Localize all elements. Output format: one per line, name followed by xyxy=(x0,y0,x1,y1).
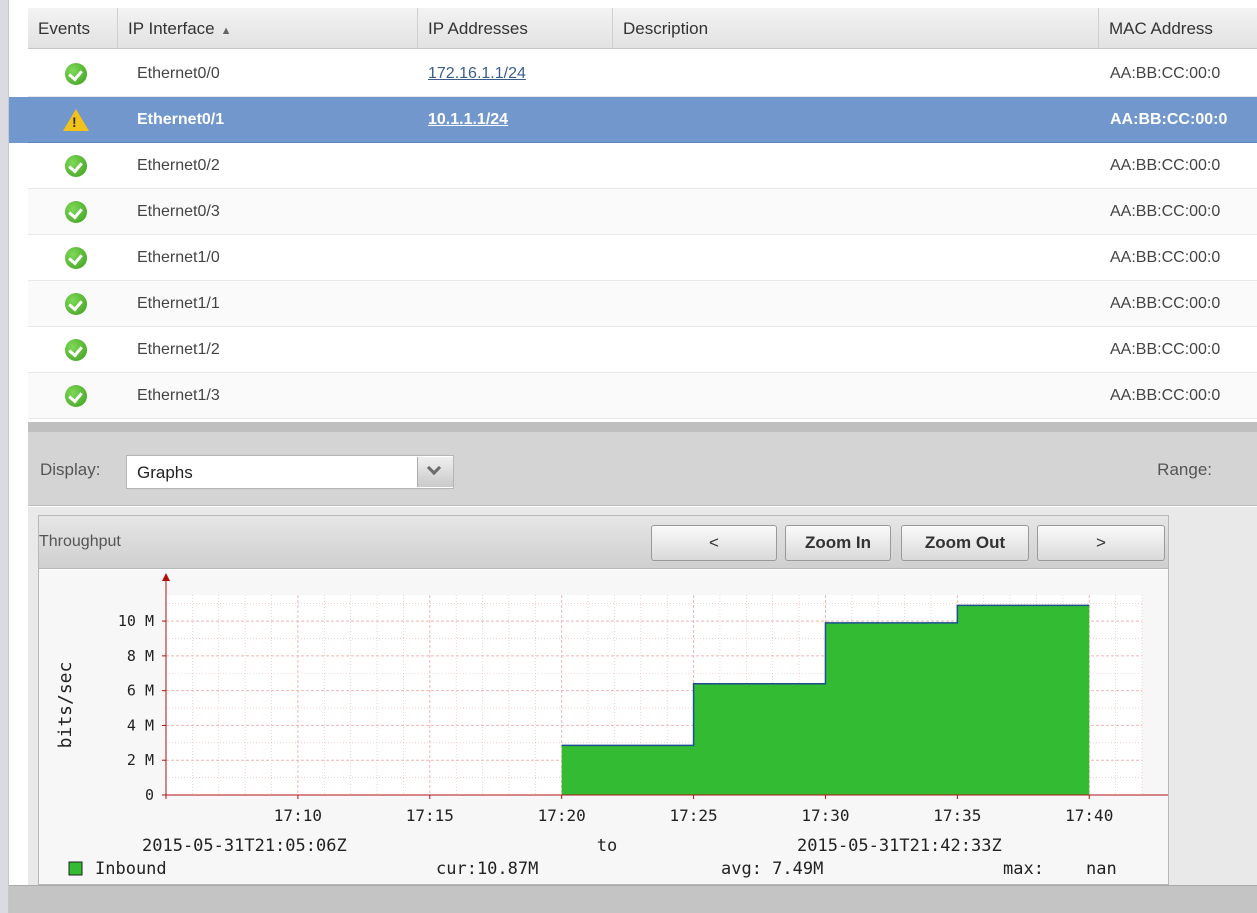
legend-cur: cur:10.87M xyxy=(436,859,538,879)
table-row[interactable]: ! Ethernet0/1 10.1.1.1/24 AA:BB:CC:00:0 xyxy=(28,97,1257,143)
check-circle-icon xyxy=(65,385,87,407)
display-toolbar: Display: Graphs Range: xyxy=(28,432,1257,506)
interface-cell: Ethernet1/0 xyxy=(137,249,220,266)
table-row[interactable]: Ethernet1/1 AA:BB:CC:00:0 xyxy=(28,281,1257,327)
check-circle-icon xyxy=(65,247,87,269)
ip-address-link[interactable]: 10.1.1.1/24 xyxy=(428,97,508,143)
interface-cell: Ethernet0/0 xyxy=(137,65,220,82)
graph-area: Throughput < Zoom In Zoom Out > 17:10 17:… xyxy=(28,507,1257,885)
column-header-description-label: Description xyxy=(623,19,709,38)
y-tick-label: 2 M xyxy=(127,751,154,769)
interface-cell: Ethernet0/1 xyxy=(137,111,225,128)
x-tick-label: 17:15 xyxy=(406,806,454,825)
column-header-ip-addresses[interactable]: IP Addresses xyxy=(418,8,613,49)
interface-cell: Ethernet0/2 xyxy=(137,157,220,174)
table-row[interactable]: Ethernet1/0 AA:BB:CC:00:0 xyxy=(28,235,1257,281)
left-edge-strip xyxy=(0,0,9,913)
column-header-events[interactable]: Events xyxy=(28,8,118,49)
column-header-ip-addresses-label: IP Addresses xyxy=(428,19,528,38)
legend-avg: avg: 7.49M xyxy=(721,859,823,879)
mac-address-cell: AA:BB:CC:00:0 xyxy=(1110,111,1228,128)
x-tick-label: 17:30 xyxy=(801,806,849,825)
interfaces-table: Events IP Interface ▲ IP Addresses Descri… xyxy=(28,8,1257,422)
table-row[interactable]: Ethernet0/3 AA:BB:CC:00:0 xyxy=(28,189,1257,235)
panel-title: Throughput xyxy=(39,533,121,550)
display-select-button[interactable] xyxy=(417,457,453,487)
bottom-bar xyxy=(9,885,1257,913)
throughput-panel: Throughput < Zoom In Zoom Out > 17:10 17:… xyxy=(38,515,1169,885)
y-tick-label: 4 M xyxy=(127,716,154,734)
x-tick-label: 17:20 xyxy=(538,806,586,825)
check-circle-icon xyxy=(65,293,87,315)
mac-address-cell: AA:BB:CC:00:0 xyxy=(1110,249,1221,266)
interface-cell: Ethernet1/2 xyxy=(137,341,220,358)
table-row[interactable]: Ethernet1/3 AA:BB:CC:00:0 xyxy=(28,373,1257,419)
y-axis-label: bits/sec xyxy=(55,662,76,749)
legend-max-label: max: xyxy=(1003,859,1044,879)
column-header-ip-interface-label: IP Interface xyxy=(128,19,215,38)
ip-address-link[interactable]: 172.16.1.1/24 xyxy=(428,51,526,97)
y-axis-arrow xyxy=(162,573,170,581)
range-start-text: 2015-05-31T21:05:06Z xyxy=(142,836,347,856)
legend-swatch-inbound xyxy=(68,861,83,876)
throughput-chart: 17:10 17:15 17:20 17:25 17:30 17:35 17:40 0 2 M 4… xyxy=(39,570,1168,884)
previous-button[interactable]: < xyxy=(651,525,777,561)
mac-address-cell: AA:BB:CC:00:0 xyxy=(1110,203,1221,220)
x-tick-label: 17:35 xyxy=(933,806,981,825)
column-header-ip-interface[interactable]: IP Interface ▲ xyxy=(118,8,418,49)
chevron-down-icon xyxy=(426,460,442,476)
mac-address-cell: AA:BB:CC:00:0 xyxy=(1110,295,1221,312)
display-select-value: Graphs xyxy=(137,463,193,482)
table-header: Events IP Interface ▲ IP Addresses Descri… xyxy=(28,8,1257,49)
mac-address-cell: AA:BB:CC:00:0 xyxy=(1110,157,1221,174)
y-tick-label: 8 M xyxy=(127,647,154,665)
mac-address-cell: AA:BB:CC:00:0 xyxy=(1110,341,1221,358)
check-circle-icon xyxy=(65,63,87,85)
legend-max-value: nan xyxy=(1086,859,1117,879)
interface-cell: Ethernet0/3 xyxy=(137,203,220,220)
interface-cell: Ethernet1/1 xyxy=(137,295,220,312)
x-tick-label: 17:10 xyxy=(274,806,322,825)
display-label: Display: xyxy=(40,460,101,479)
check-circle-icon xyxy=(65,155,87,177)
x-tick-label: 17:40 xyxy=(1065,806,1113,825)
mac-address-cell: AA:BB:CC:00:0 xyxy=(1110,65,1221,82)
column-header-mac-address-label: MAC Address xyxy=(1109,19,1213,38)
throughput-chart-svg: 17:10 17:15 17:20 17:25 17:30 17:35 17:40 0 2 M 4… xyxy=(55,573,1168,879)
column-header-events-label: Events xyxy=(38,19,90,38)
range-to-text: to xyxy=(597,836,617,856)
y-tick-label: 6 M xyxy=(127,682,154,700)
selected-row-edge xyxy=(9,97,28,143)
zoom-out-button[interactable]: Zoom Out xyxy=(901,525,1029,561)
mac-address-cell: AA:BB:CC:00:0 xyxy=(1110,387,1221,404)
table-row[interactable]: Ethernet1/2 AA:BB:CC:00:0 xyxy=(28,327,1257,373)
interface-cell: Ethernet1/3 xyxy=(137,387,220,404)
y-tick-label: 0 xyxy=(145,786,154,804)
display-select[interactable]: Graphs xyxy=(126,455,454,489)
table-row[interactable]: Ethernet0/2 AA:BB:CC:00:0 xyxy=(28,143,1257,189)
x-tick-label: 17:25 xyxy=(669,806,717,825)
throughput-panel-header: Throughput < Zoom In Zoom Out > xyxy=(39,516,1168,569)
table-row[interactable]: Ethernet0/0 172.16.1.1/24 AA:BB:CC:00:0 xyxy=(28,51,1257,97)
splitter[interactable] xyxy=(28,422,1257,432)
y-tick-label: 10 M xyxy=(118,612,154,630)
column-header-mac-address[interactable]: MAC Address xyxy=(1099,8,1257,49)
zoom-in-button[interactable]: Zoom In xyxy=(785,525,891,561)
sort-ascending-icon: ▲ xyxy=(220,25,232,37)
column-header-description[interactable]: Description xyxy=(613,8,1099,49)
next-button[interactable]: > xyxy=(1037,525,1165,561)
warning-icon-mark: ! xyxy=(72,114,77,130)
legend-label-inbound: Inbound xyxy=(95,859,167,879)
range-label: Range: xyxy=(1157,460,1212,479)
check-circle-icon xyxy=(65,201,87,223)
check-circle-icon xyxy=(65,339,87,361)
range-end-text: 2015-05-31T21:42:33Z xyxy=(797,836,1002,856)
